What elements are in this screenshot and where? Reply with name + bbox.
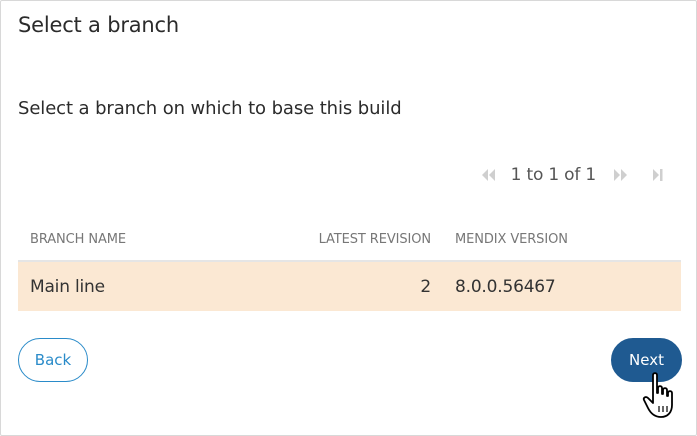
table-row[interactable]: Main line 2 8.0.0.56467 xyxy=(18,261,681,311)
branch-table: BRANCH NAME LATEST REVISION MENDIX VERSI… xyxy=(18,219,681,311)
cell-latest-revision[interactable]: 2 xyxy=(294,261,443,311)
dialog-subtitle: Select a branch on which to base this bu… xyxy=(18,98,402,119)
next-page-icon[interactable] xyxy=(610,163,632,187)
column-header-mendix-version[interactable]: MENDIX VERSION xyxy=(443,219,681,262)
last-page-icon[interactable] xyxy=(646,163,668,187)
cell-mendix-version[interactable]: 8.0.0.56467 xyxy=(443,261,681,311)
back-button[interactable]: Back xyxy=(18,338,88,382)
first-page-icon[interactable] xyxy=(477,163,499,187)
pager-status: 1 to 1 of 1 xyxy=(510,165,597,185)
column-header-branch-name[interactable]: BRANCH NAME xyxy=(18,219,294,262)
cell-branch-name[interactable]: Main line xyxy=(18,261,294,311)
next-button[interactable]: Next xyxy=(611,338,682,382)
table-header-row: BRANCH NAME LATEST REVISION MENDIX VERSI… xyxy=(18,219,681,262)
dialog-title: Select a branch xyxy=(18,13,180,37)
pager: 1 to 1 of 1 xyxy=(477,163,668,187)
dialog: Select a branch Select a branch on which… xyxy=(0,0,697,436)
column-header-latest-revision[interactable]: LATEST REVISION xyxy=(294,219,443,262)
